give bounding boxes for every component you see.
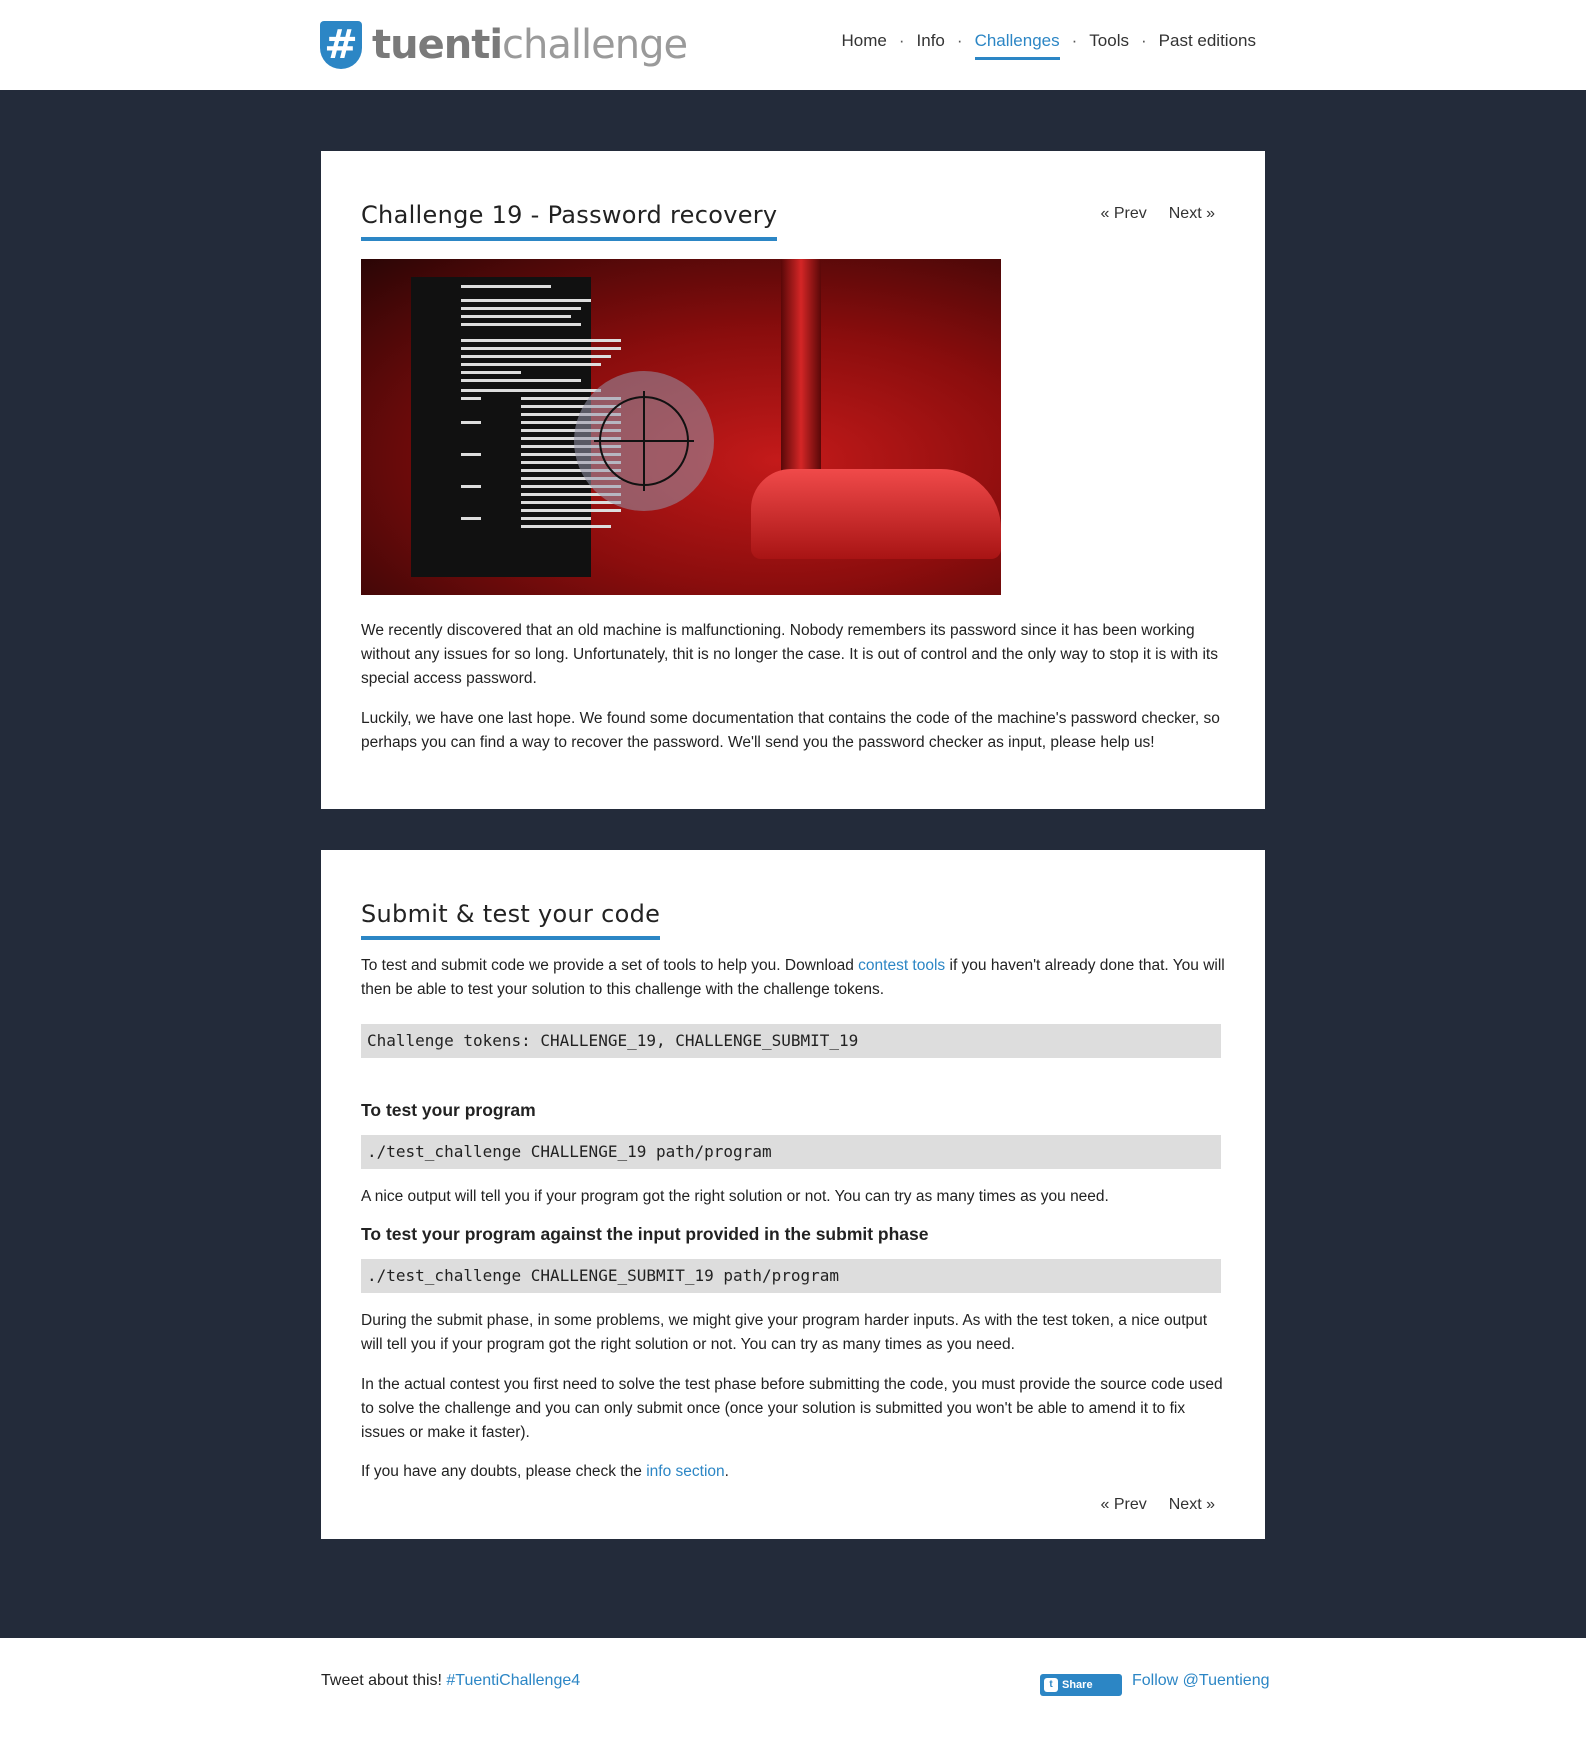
nav-separator: ·	[1140, 31, 1147, 50]
nav-tools[interactable]: Tools	[1089, 31, 1129, 60]
next-link[interactable]: Next »	[1169, 205, 1215, 222]
nav-challenges[interactable]: Challenges	[974, 31, 1060, 60]
test-command-code: ./test_challenge CHALLENGE_19 path/progr…	[361, 1135, 1221, 1169]
doubts-note: If you have any doubts, please check the…	[361, 1460, 1231, 1484]
challenge-description-1: We recently discovered that an old machi…	[361, 622, 1218, 687]
doubts-text-end: .	[724, 1463, 729, 1480]
logo-text-bold: tuenti	[372, 22, 503, 68]
tweet-prompt: Tweet about this! #TuentiChallenge4	[321, 1672, 580, 1690]
nav-past-editions[interactable]: Past editions	[1159, 31, 1256, 60]
info-section-link[interactable]: info section	[646, 1463, 724, 1480]
challenge-card: Challenge 19 - Password recovery « Prev N…	[321, 151, 1265, 809]
nav-info[interactable]: Info	[917, 31, 945, 60]
site-footer: Tweet about this! #TuentiChallenge4 t Sh…	[0, 1638, 1586, 1739]
challenge-description-2: Luckily, we have one last hope. We found…	[361, 710, 1220, 751]
next-link[interactable]: Next »	[1169, 1496, 1215, 1513]
nav-home[interactable]: Home	[842, 31, 887, 60]
challenge-title: Challenge 19 - Password recovery	[361, 201, 778, 241]
image-terminal	[411, 277, 621, 577]
logo-text-light: challenge	[502, 22, 688, 68]
submit-title: Submit & test your code	[361, 900, 661, 940]
submit-command-code: ./test_challenge CHALLENGE_SUBMIT_19 pat…	[361, 1259, 1221, 1293]
test-note: A nice output will tell you if your prog…	[361, 1188, 1109, 1205]
tweet-text: Tweet about this!	[321, 1672, 447, 1689]
image-pole	[781, 259, 821, 479]
contest-tools-link[interactable]: contest tools	[858, 957, 945, 974]
tokens-code-block: Challenge tokens: CHALLENGE_19, CHALLENG…	[361, 1024, 1221, 1058]
logo-wordmark: tuentichallenge	[372, 22, 688, 68]
nav-separator: ·	[898, 31, 905, 50]
challenge-image	[361, 259, 1001, 595]
main-content: Challenge 19 - Password recovery « Prev N…	[0, 90, 1586, 1638]
image-car	[751, 469, 1001, 559]
prev-link[interactable]: « Prev	[1101, 1496, 1147, 1513]
site-header: # tuentichallenge Home · Info · Challeng…	[0, 0, 1586, 90]
hashtag-badge-icon: #	[320, 21, 362, 69]
submit-intro-text: To test and submit code we provide a set…	[361, 957, 859, 974]
test-program-heading: To test your program	[361, 1100, 536, 1120]
tuenti-challenge-logo[interactable]: # tuentichallenge	[320, 20, 688, 70]
nav-separator: ·	[1071, 31, 1078, 50]
main-nav: Home · Info · Challenges · Tools · Past …	[842, 31, 1256, 60]
submit-card: Submit & test your code To test and subm…	[321, 850, 1265, 1539]
follow-link[interactable]: Follow @Tuentieng	[1132, 1672, 1270, 1690]
pager-bottom: « Prev Next »	[1101, 1496, 1216, 1514]
share-label: Share	[1062, 1679, 1093, 1691]
pager-top: « Prev Next »	[1101, 205, 1216, 223]
share-button[interactable]: t Share	[1040, 1674, 1122, 1696]
contest-note: In the actual contest you first need to …	[361, 1376, 1223, 1441]
prev-link[interactable]: « Prev	[1101, 205, 1147, 222]
crosshair-scope-icon	[574, 371, 714, 511]
hashtag-link[interactable]: #TuentiChallenge4	[446, 1672, 580, 1689]
tuenti-share-icon: t	[1044, 1678, 1058, 1692]
submit-phase-heading: To test your program against the input p…	[361, 1224, 929, 1244]
nav-separator: ·	[956, 31, 963, 50]
submit-note: During the submit phase, in some problem…	[361, 1312, 1208, 1353]
submit-intro: To test and submit code we provide a set…	[361, 954, 1231, 1002]
doubts-text: If you have any doubts, please check the	[361, 1463, 647, 1480]
